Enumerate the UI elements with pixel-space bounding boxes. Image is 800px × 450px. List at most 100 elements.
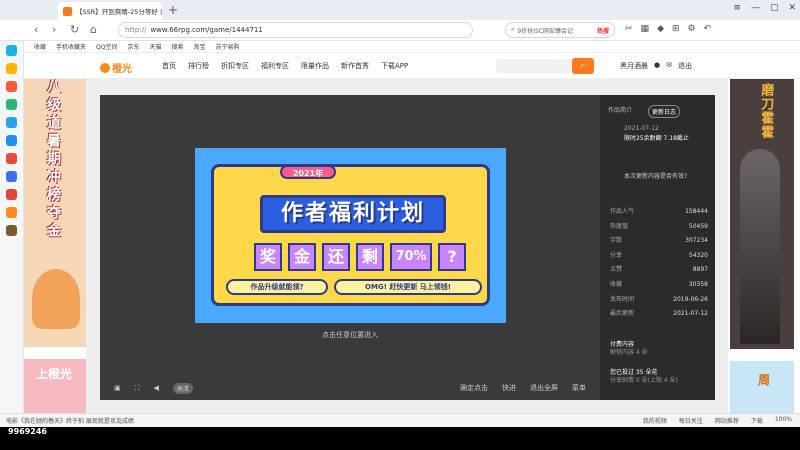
site-header: 橙光 首页 排行榜 折扣专区 福利专区 限量作品 新作首秀 下载APP ⌕ 黑月… <box>24 53 800 79</box>
url-text: www.66rpg.com/game/1444711 <box>150 26 263 34</box>
sidebar-weibo-icon[interactable] <box>6 81 17 92</box>
left-ad-bottom-text: 上橙光 <box>36 367 73 381</box>
minimize-icon[interactable]: — <box>751 3 760 13</box>
sidebar-app-icon[interactable] <box>6 45 17 56</box>
fav-item-2[interactable]: QQ空间 <box>96 42 117 51</box>
refresh-icon[interactable]: ↻ <box>70 23 79 36</box>
fav-item-7[interactable]: 苏宁易购 <box>216 42 240 51</box>
update-body: 限时25余耐翻 7.18截止 <box>624 135 689 142</box>
update-feedback-link[interactable]: 本次更新内容是否有效? <box>624 171 687 180</box>
poster-year: 2021年 <box>280 165 336 179</box>
fav-item-5[interactable]: 搜索 <box>172 42 184 51</box>
fav-item-4[interactable]: 天猫 <box>150 42 162 51</box>
status-my-video[interactable]: 我的视频 <box>643 416 667 425</box>
stat-label: 字数 <box>610 237 623 245</box>
main-nav: 首页 排行榜 折扣专区 福利专区 限量作品 新作首秀 下载APP <box>162 61 408 71</box>
nav-item-3[interactable]: 福利专区 <box>261 61 289 71</box>
news-ticker[interactable]: 电影《我在她的春天》终于拍 展现就是攻克成绩 <box>6 416 134 425</box>
sidebar-star-icon[interactable] <box>6 63 17 74</box>
stat-row: 发布时间 2019-06-26 <box>610 293 708 308</box>
left-ad-banner[interactable]: 八级道暑期冲榜夺金 上橙光 <box>24 79 86 413</box>
save-icon[interactable]: ▣ <box>114 384 121 392</box>
nav-item-4[interactable]: 限量作品 <box>301 61 329 71</box>
menu-button[interactable]: 菜单 <box>572 383 586 393</box>
status-daily-follow[interactable]: 每日关注 <box>679 416 703 425</box>
game-icon[interactable]: ◆ <box>657 24 664 34</box>
user-name[interactable]: 黑月酒晨 <box>620 61 648 71</box>
flower-vote[interactable]: 您已投过 35 朵花 分享剧情 0 朵(上限 4 朵) <box>610 369 710 386</box>
confirm-click-button[interactable]: 确定点击 <box>460 383 488 393</box>
site-logo[interactable]: 橙光 <box>100 60 132 75</box>
new-tab-icon[interactable]: + <box>168 3 178 17</box>
fullscreen-icon[interactable]: ⛶ <box>135 384 140 393</box>
sidebar-app-icon[interactable] <box>6 189 17 200</box>
tab-update-log[interactable]: 更新日志 <box>648 105 681 118</box>
maximize-icon[interactable]: ▢ <box>770 3 779 13</box>
paid-content[interactable]: 付费内容 解锁内容 4 朵 <box>610 341 710 358</box>
nav-item-2[interactable]: 折扣专区 <box>221 61 249 71</box>
left-ad-character <box>32 269 80 329</box>
poster-char: 金 <box>288 243 316 271</box>
status-download[interactable]: 下载 <box>751 416 763 425</box>
game-poster[interactable]: 2021年 作者福利计划 奖 金 还 剩 70% ? 作品升级就能领? OMG!… <box>195 148 506 323</box>
address-bar[interactable]: http:// www.66rpg.com/game/1444711 <box>118 22 473 38</box>
window-controls: ≡ — ▢ ✕ <box>733 3 796 13</box>
close-icon[interactable]: ✕ <box>788 3 796 13</box>
zoom-level[interactable]: 100% <box>775 416 792 425</box>
fav-item-6[interactable]: 淘宝 <box>194 42 206 51</box>
stat-row: 最后更新 2021-07-12 <box>610 307 708 322</box>
nav-item-6[interactable]: 下载APP <box>381 61 408 71</box>
left-ad-top: 八级道暑期冲榜夺金 <box>24 79 86 347</box>
stat-value: 54320 <box>688 251 708 259</box>
home-icon[interactable]: ⌂ <box>90 23 97 36</box>
stat-value: 2021-07-12 <box>673 310 708 318</box>
exit-fullscreen-button[interactable]: 退出全屏 <box>530 383 558 393</box>
sidebar-app-icon[interactable] <box>6 135 17 146</box>
player-control-bar: ▣ ⛶ ◀ 高清 确定点击 快进 退出全屏 菜单 <box>100 378 600 398</box>
sidebar-app-icon[interactable] <box>6 99 17 110</box>
browser-status-bar: 电影《我在她的春天》终于拍 展现就是攻克成绩 我的视频 每日关注 网站推荐 下载… <box>0 413 800 427</box>
undo-icon[interactable]: ↶ <box>704 24 712 34</box>
user-area: 黑月酒晨 ● ✉ 退出 <box>620 61 692 71</box>
menu-icon[interactable]: ≡ <box>733 3 741 13</box>
fav-item-1[interactable]: 手机收藏夹 <box>56 42 86 51</box>
status-site-recommend[interactable]: 网站推荐 <box>715 416 739 425</box>
poster-card: 2021年 作者福利计划 奖 金 还 剩 70% ? 作品升级就能领? OMG!… <box>211 164 490 306</box>
browser-tab-active[interactable]: 【SSR】开到爽睛-25分等好 | × <box>58 2 162 20</box>
poster-char: 剩 <box>356 243 384 271</box>
search-icon: ⌕ <box>511 26 515 33</box>
poster-reward-chars: 奖 金 还 剩 70% ? <box>254 243 466 271</box>
apps-icon[interactable]: ⊞ <box>672 24 680 34</box>
clarity-button[interactable]: 高清 <box>172 382 193 394</box>
mail-icon[interactable]: ✉ <box>666 61 672 71</box>
site-search-button[interactable]: ⌕ <box>572 58 594 74</box>
grid-icon[interactable]: ▦ <box>641 24 650 34</box>
settings-icon[interactable]: ⚙ <box>688 24 696 34</box>
back-icon[interactable]: ‹ <box>34 23 38 36</box>
scissors-icon[interactable]: ✂ <box>625 24 633 34</box>
volume-icon[interactable]: ◀ <box>154 384 159 392</box>
nav-item-5[interactable]: 新作首秀 <box>341 61 369 71</box>
right-ad-top: 磨刀霍霍 <box>730 79 794 349</box>
stat-row: 字数 307234 <box>610 234 708 249</box>
nav-item-1[interactable]: 排行榜 <box>188 61 209 71</box>
fav-item-3[interactable]: 京东 <box>127 42 139 51</box>
sidebar-app-icon[interactable] <box>6 225 17 236</box>
logout-link[interactable]: 退出 <box>678 61 692 71</box>
sidebar-app-icon[interactable] <box>6 171 17 182</box>
sidebar-app-icon[interactable] <box>6 117 17 128</box>
stat-value: 8897 <box>692 266 708 274</box>
site-favicon-icon <box>63 6 72 16</box>
nav-item-0[interactable]: 首页 <box>162 61 176 71</box>
sidebar-app-icon[interactable] <box>6 207 17 218</box>
left-ad-bottom: 上橙光 <box>24 359 86 413</box>
forward-icon[interactable]: › <box>52 23 56 36</box>
avatar[interactable]: ● <box>654 61 660 71</box>
sidebar-app-icon[interactable] <box>6 153 17 164</box>
browser-search-box[interactable]: ⌕ 9折抢ISC网安臻会记 热搜 <box>505 22 615 38</box>
fast-forward-button[interactable]: 快进 <box>502 383 516 393</box>
fav-item-0[interactable]: 收藏 <box>34 42 46 51</box>
right-ad-banner[interactable]: 磨刀霍霍 周 <box>728 79 800 413</box>
tab-title: 【SSR】开到爽睛-25分等好 | <box>76 8 162 16</box>
tab-intro[interactable]: 作品简介 <box>608 105 632 118</box>
